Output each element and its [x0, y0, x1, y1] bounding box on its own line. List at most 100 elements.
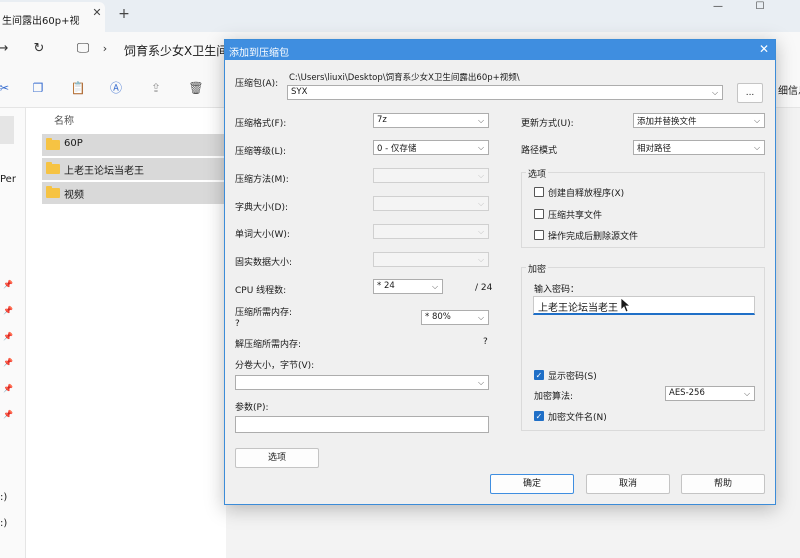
folder-icon	[46, 186, 60, 198]
update-mode-label: 更新方式(U):	[521, 119, 574, 129]
password-label: 输入密码：	[534, 285, 580, 295]
tab-close-icon[interactable]: ✕	[90, 6, 104, 20]
encryption-method-value: AES-256	[669, 388, 705, 398]
archive-path-text: C:\Users\liuxi\Desktop\饲育系少女X卫生间露出60p+视频…	[289, 73, 520, 83]
file-name: 视频	[64, 190, 84, 201]
chevron-right-icon[interactable]: ›	[96, 40, 114, 58]
chevron-down-icon[interactable]: ⌵	[430, 281, 440, 292]
chevron-down-icon[interactable]: ⌵	[752, 142, 762, 153]
options-group-title: 选项	[526, 167, 549, 180]
share-icon[interactable]: ⇪	[148, 80, 164, 96]
pin-icon: 📌	[3, 410, 13, 419]
address-path[interactable]: 饲育系少女X卫生间	[124, 42, 228, 59]
password-input[interactable]: 上老王论坛当老王	[533, 296, 755, 315]
format-select[interactable]: 7z ⌵	[373, 113, 489, 128]
cpu-threads-select[interactable]: * 24 ⌵	[373, 279, 443, 294]
word-size-label: 单词大小(W):	[235, 230, 290, 240]
method-select: ⌵	[373, 168, 489, 183]
encrypt-names-label[interactable]: 加密文件名(N)	[548, 410, 607, 423]
column-header-name[interactable]: 名称	[54, 112, 74, 127]
chevron-down-icon[interactable]: ⌵	[476, 377, 486, 388]
cpu-threads-label: CPU 线程数:	[235, 286, 287, 296]
level-select[interactable]: 0 - 仅存储 ⌵	[373, 140, 489, 155]
minimize-button[interactable]: —	[700, 0, 736, 18]
level-label: 压缩等级(L):	[235, 147, 287, 157]
folder-icon	[46, 138, 60, 150]
copy-icon[interactable]: ❐	[30, 80, 46, 96]
navigation-pane: Per 📌 📌 📌 📌 📌 📌 :) :)	[0, 108, 26, 558]
split-size-label: 分卷大小，字节(V):	[235, 361, 315, 371]
options-button[interactable]: 选项	[235, 448, 319, 468]
path-mode-select[interactable]: 相对路径 ⌵	[633, 140, 765, 155]
solid-size-label: 固实数据大小:	[235, 258, 293, 268]
cpu-threads-total: / 24	[475, 283, 493, 293]
maximize-button[interactable]: ☐	[742, 0, 778, 18]
file-row[interactable]: 上老王论坛当老王	[42, 158, 242, 180]
path-mode-value: 相对路径	[637, 144, 672, 154]
delete-icon[interactable]: 🗑	[188, 80, 204, 96]
chevron-down-icon[interactable]: ⌵	[476, 115, 486, 126]
help-button[interactable]: 帮助	[681, 474, 765, 494]
computer-icon: 🖵	[76, 41, 90, 56]
pin-icon: 📌	[3, 306, 13, 315]
chevron-down-icon[interactable]: ⌵	[476, 142, 486, 153]
sidebar-drive-label[interactable]: :)	[0, 492, 7, 503]
forward-arrow-icon[interactable]: →	[0, 40, 12, 58]
cancel-button[interactable]: 取消	[586, 474, 670, 494]
update-mode-select[interactable]: 添加并替换文件 ⌵	[633, 113, 765, 128]
params-input[interactable]	[235, 416, 489, 433]
refresh-icon[interactable]: ↻	[30, 40, 48, 58]
delete-after-checkbox[interactable]	[534, 230, 544, 240]
file-list: 名称 60P 上老王论坛当老王 视频	[26, 108, 242, 558]
sfx-label[interactable]: 创建自释放程序(X)	[548, 186, 624, 199]
chevron-down-icon[interactable]: ⌵	[742, 388, 752, 399]
close-icon[interactable]: ✕	[757, 42, 771, 56]
decompress-memory-label: 解压缩所需内存:	[235, 340, 302, 350]
add-to-archive-dialog: 添加到压缩包 ✕ 压缩包(A): C:\Users\liuxi\Desktop\…	[224, 39, 776, 505]
split-size-select[interactable]: ⌵	[235, 375, 489, 390]
chevron-down-icon: ⌵	[477, 227, 485, 236]
file-name: 60P	[64, 138, 83, 149]
file-row[interactable]: 视频	[42, 182, 242, 204]
encryption-method-label: 加密算法:	[534, 392, 574, 402]
rename-icon[interactable]: Ⓐ	[108, 80, 124, 96]
file-row[interactable]: 60P	[42, 134, 242, 156]
sidebar-item-label[interactable]: Per	[0, 174, 16, 185]
cpu-threads-value: * 24	[377, 281, 395, 291]
show-password-checkbox[interactable]: ✓	[534, 370, 544, 380]
method-label: 压缩方法(M):	[235, 175, 289, 185]
pin-icon: 📌	[3, 384, 13, 393]
shared-files-label[interactable]: 压缩共享文件	[548, 208, 602, 221]
sidebar-selected-item[interactable]	[0, 116, 14, 144]
delete-after-label[interactable]: 操作完成后删除源文件	[548, 229, 638, 242]
decompress-memory-value: ?	[483, 337, 488, 347]
cut-icon[interactable]: ✂	[0, 80, 12, 96]
dialog-titlebar[interactable]: 添加到压缩包 ✕	[225, 40, 775, 60]
paste-icon[interactable]: 📋	[70, 80, 86, 96]
encryption-group: 加密 输入密码： ✓ 显示密码(S) 加密算法: ✓ 加密文件名(N)	[521, 262, 765, 431]
folder-icon	[46, 162, 60, 174]
shared-files-checkbox[interactable]	[534, 209, 544, 219]
options-group: 选项 创建自释放程序(X) 压缩共享文件 操作完成后删除源文件	[521, 167, 765, 248]
ok-button[interactable]: 确定	[490, 474, 574, 494]
path-mode-label: 路径模式	[521, 146, 558, 156]
params-label: 参数(P):	[235, 403, 269, 413]
sidebar-drive-label[interactable]: :)	[0, 518, 7, 529]
chevron-down-icon[interactable]: ⌵	[752, 115, 762, 126]
chevron-down-icon: ⌵	[477, 255, 485, 264]
memory-percent-select[interactable]: * 80% ⌵	[421, 310, 489, 325]
level-value: 0 - 仅存储	[377, 144, 417, 154]
show-password-label[interactable]: 显示密码(S)	[548, 369, 597, 382]
pin-icon: 📌	[3, 332, 13, 341]
encrypt-names-checkbox[interactable]: ✓	[534, 411, 544, 421]
details-button[interactable]: 细信息	[778, 82, 800, 97]
archive-name-combo[interactable]: SYX ⌵	[287, 85, 723, 100]
sfx-checkbox[interactable]	[534, 187, 544, 197]
memory-percent-value: * 80%	[425, 312, 451, 322]
chevron-down-icon[interactable]: ⌵	[710, 87, 720, 98]
dialog-title: 添加到压缩包	[229, 48, 289, 59]
chevron-down-icon[interactable]: ⌵	[476, 312, 486, 323]
encryption-method-select[interactable]: AES-256 ⌵	[665, 386, 755, 401]
new-tab-icon[interactable]: +	[116, 6, 132, 22]
browse-button[interactable]: ...	[737, 83, 763, 103]
